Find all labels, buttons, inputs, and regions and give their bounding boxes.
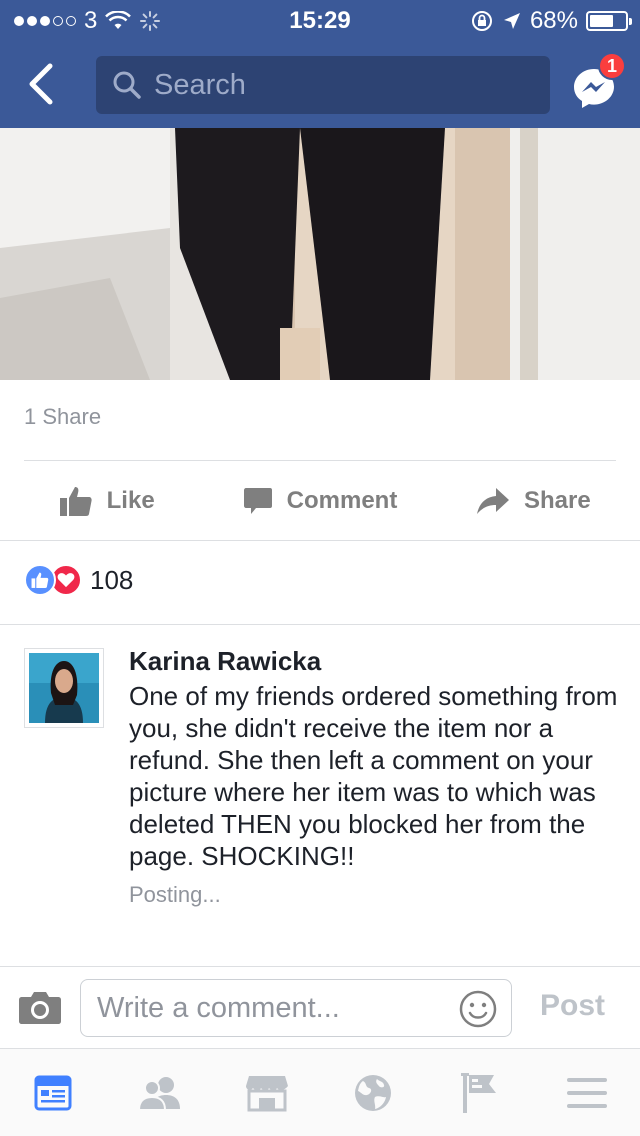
rotation-lock-icon (471, 11, 492, 31)
location-arrow-icon (503, 13, 520, 29)
tab-menu[interactable] (533, 1049, 640, 1136)
comment-input-box[interactable] (80, 979, 512, 1037)
tab-friends[interactable] (107, 1049, 214, 1136)
avatar-photo (29, 653, 99, 723)
search-icon (113, 71, 141, 99)
nav-bar: 1 (0, 40, 640, 128)
search-bar[interactable] (96, 56, 550, 114)
status-bar: 3 15:29 68% (0, 0, 640, 40)
comment-label: Comment (286, 487, 398, 514)
camera-button[interactable] (18, 989, 62, 1025)
comment-button[interactable]: Comment (213, 462, 426, 540)
comment-text: One of my friends ordered something from… (129, 681, 618, 871)
post-actions: Like Comment Share (0, 462, 640, 540)
tab-notifications-globe[interactable] (320, 1049, 427, 1136)
like-button[interactable]: Like (0, 462, 213, 540)
like-reaction-icon (24, 564, 56, 596)
commenter-avatar[interactable] (24, 648, 104, 728)
pages-flag-icon (461, 1072, 497, 1113)
post-button[interactable]: Post (540, 989, 605, 1023)
comment-input[interactable] (97, 991, 447, 1025)
share-count[interactable]: 1 Share (24, 404, 101, 430)
battery-percent: 68% (529, 7, 578, 34)
thumbs-up-icon (59, 487, 92, 516)
tab-marketplace[interactable] (213, 1049, 320, 1136)
smiley-icon[interactable] (459, 990, 497, 1028)
share-arrow-icon (476, 488, 509, 514)
chevron-left-icon (29, 63, 53, 105)
comment-status: Posting... (129, 882, 221, 907)
camera-icon (19, 992, 61, 1024)
search-input[interactable] (154, 68, 534, 102)
messenger-badge: 1 (598, 52, 626, 80)
divider (0, 624, 640, 625)
globe-icon (355, 1074, 392, 1111)
divider (0, 540, 640, 541)
share-button[interactable]: Share (427, 462, 640, 540)
news-feed-icon (34, 1075, 72, 1110)
menu-icon (566, 1077, 607, 1108)
reactions-summary[interactable]: 108 (24, 564, 133, 596)
tab-bar (0, 1048, 640, 1136)
comment-icon (243, 488, 272, 514)
friends-icon (137, 1076, 180, 1111)
share-label: Share (523, 487, 591, 514)
comment-composer: Post (0, 966, 640, 1048)
tab-news-feed[interactable] (0, 1049, 107, 1136)
comment-body: Karina Rawicka One of my friends ordered… (129, 646, 624, 908)
photo-content (0, 128, 640, 380)
reaction-count: 108 (90, 564, 134, 595)
status-right: 68% (470, 7, 632, 35)
battery-icon (586, 11, 632, 31)
like-label: Like (106, 487, 155, 514)
comment-author[interactable]: Karina Rawicka (129, 646, 624, 676)
tab-pages[interactable] (427, 1049, 534, 1136)
back-button[interactable] (24, 62, 64, 106)
marketplace-icon (245, 1075, 288, 1111)
post-photo[interactable] (0, 128, 640, 380)
divider (24, 460, 616, 461)
